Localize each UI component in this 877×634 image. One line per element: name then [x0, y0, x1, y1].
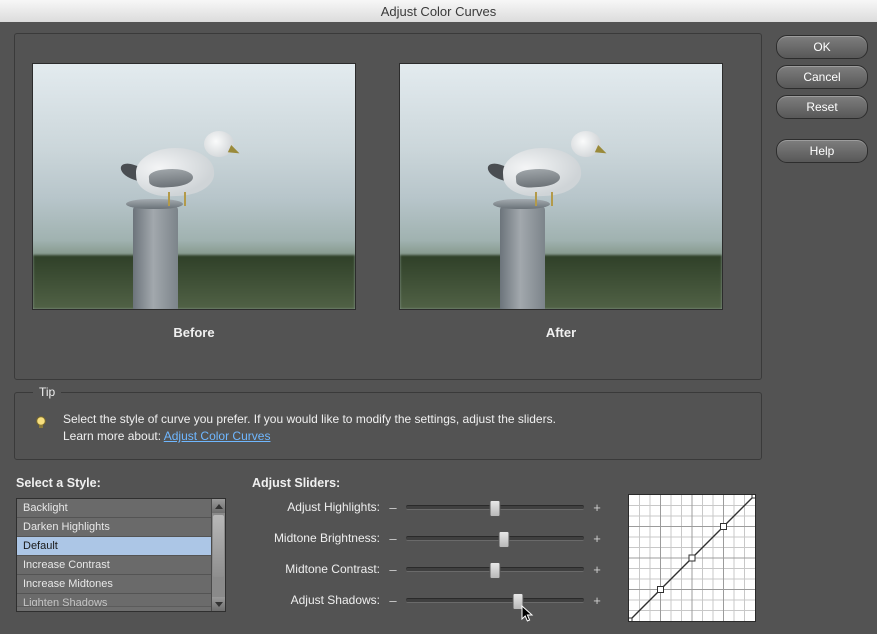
slider-row: Midtone Brightness:– +: [252, 529, 602, 547]
cancel-button[interactable]: Cancel: [776, 65, 868, 89]
slider-track[interactable]: [406, 598, 584, 603]
tip-line2-prefix: Learn more about:: [63, 429, 164, 443]
slider-track[interactable]: [406, 567, 584, 572]
controls-row: Select a Style: BacklightDarken Highligh…: [14, 472, 762, 622]
sliders-column: Adjust Sliders: Adjust Highlights:–+Midt…: [252, 476, 602, 622]
window-title: Adjust Color Curves: [381, 4, 497, 19]
style-listbox[interactable]: BacklightDarken HighlightsDefaultIncreas…: [16, 498, 226, 612]
preview-before-block: Before: [33, 64, 355, 340]
minus-icon: –: [388, 593, 398, 608]
reset-button[interactable]: Reset: [776, 95, 868, 119]
tip-legend: Tip: [33, 385, 61, 399]
preview-before-label: Before: [173, 325, 214, 340]
slider-label: Adjust Shadows:: [252, 593, 380, 607]
slider-label: Midtone Brightness:: [252, 531, 380, 545]
scroll-up-button[interactable]: [212, 499, 225, 513]
ok-button[interactable]: OK: [776, 35, 868, 59]
curve-column: [628, 476, 760, 622]
slider-thumb[interactable]: [490, 562, 501, 579]
minus-icon: –: [388, 500, 398, 515]
curve-control-point[interactable]: [752, 495, 755, 498]
style-option[interactable]: Default: [17, 537, 211, 556]
tip-link[interactable]: Adjust Color Curves: [164, 429, 271, 443]
plus-icon: +: [592, 500, 602, 515]
preview-after-block: After: [400, 64, 722, 340]
sliders-host: Adjust Highlights:–+Midtone Brightness:–…: [252, 498, 602, 609]
slider-track[interactable]: [406, 505, 584, 510]
scroll-track[interactable]: [212, 513, 225, 597]
left-column: Before After Ti: [14, 33, 762, 622]
scroll-down-button[interactable]: [212, 597, 225, 611]
plus-icon: +: [592, 593, 602, 608]
help-button[interactable]: Help: [776, 139, 868, 163]
curve-control-point[interactable]: [658, 587, 664, 593]
tip-panel: Tip Select the style of curve you prefer…: [14, 392, 762, 460]
style-list-items: BacklightDarken HighlightsDefaultIncreas…: [17, 499, 211, 611]
style-option[interactable]: Backlight: [17, 499, 211, 518]
slider-track[interactable]: [406, 536, 584, 541]
chevron-down-icon: [215, 602, 223, 607]
slider-row: Adjust Shadows:– +: [252, 591, 602, 609]
preview-before-image: [33, 64, 355, 309]
style-option[interactable]: Lighten Shadows: [17, 594, 211, 607]
plus-icon: +: [592, 562, 602, 577]
titlebar: Adjust Color Curves: [0, 0, 877, 23]
preview-row: Before After: [33, 64, 743, 340]
style-option[interactable]: Increase Contrast: [17, 556, 211, 575]
slider-row: Adjust Highlights:– +: [252, 498, 602, 516]
style-label: Select a Style:: [16, 476, 226, 490]
tip-text: Select the style of curve you prefer. If…: [63, 411, 556, 445]
preview-after-image: [400, 64, 722, 309]
preview-panel: Before After: [14, 33, 762, 380]
slider-label: Midtone Contrast:: [252, 562, 380, 576]
plus-icon: +: [592, 531, 602, 546]
dialog-body: Before After Ti: [0, 22, 877, 634]
tip-line1: Select the style of curve you prefer. If…: [63, 412, 556, 426]
style-option[interactable]: Darken Highlights: [17, 518, 211, 537]
curve-control-point[interactable]: [721, 524, 727, 530]
curve-control-point[interactable]: [629, 618, 632, 621]
scroll-thumb[interactable]: [213, 515, 224, 577]
slider-thumb[interactable]: [513, 593, 524, 610]
slider-label: Adjust Highlights:: [252, 500, 380, 514]
right-column: OK Cancel Reset Help: [776, 33, 868, 622]
chevron-up-icon: [215, 504, 223, 509]
minus-icon: –: [388, 531, 398, 546]
sliders-label: Adjust Sliders:: [252, 476, 602, 490]
style-option[interactable]: Increase Midtones: [17, 575, 211, 594]
minus-icon: –: [388, 562, 398, 577]
style-scrollbar[interactable]: [211, 499, 225, 611]
curve-graph[interactable]: [628, 494, 756, 622]
slider-row: Midtone Contrast:– +: [252, 560, 602, 578]
curve-control-point[interactable]: [689, 555, 695, 561]
dialog-window: Adjust Color Curves Before: [0, 0, 877, 634]
preview-after-label: After: [546, 325, 576, 340]
style-column: Select a Style: BacklightDarken Highligh…: [16, 476, 226, 612]
slider-thumb[interactable]: [490, 500, 501, 517]
lightbulb-icon: [33, 415, 49, 431]
slider-thumb[interactable]: [498, 531, 509, 548]
